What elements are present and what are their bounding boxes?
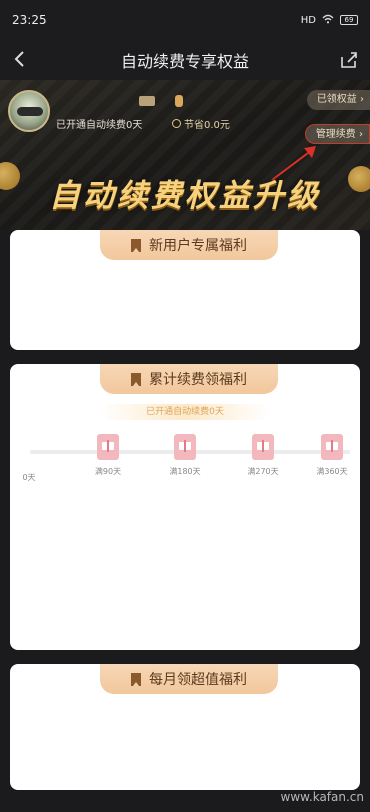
nav-bar: 自动续费专享权益 — [0, 40, 370, 80]
card-title: 新用户专属福利 — [149, 238, 247, 254]
card-title: 每月领超值福利 — [149, 672, 247, 688]
milestone-270[interactable]: 满270天 — [243, 434, 283, 477]
gift-icon — [174, 434, 196, 460]
milestone-360[interactable]: 满360天 — [312, 434, 352, 477]
share-icon — [341, 52, 357, 68]
bookmark-icon — [131, 672, 141, 686]
auto-renew-badge — [175, 95, 183, 107]
saved-amount-text: 节省0.0元 — [184, 120, 230, 131]
avatar[interactable] — [8, 90, 50, 132]
coin-icon — [172, 119, 181, 128]
renew-days-text: 已开通自动续费0天 — [56, 120, 143, 131]
gift-icon — [97, 434, 119, 460]
gift-icon — [321, 434, 343, 460]
milestone-label: 满90天 — [94, 467, 122, 476]
milestone-180[interactable]: 满180天 — [165, 434, 205, 477]
milestone-label: 满180天 — [169, 467, 201, 476]
wifi-icon — [322, 14, 334, 27]
renew-days-banner: 已开通自动续费0天 — [100, 404, 270, 420]
received-benefits-button[interactable]: 已领权益 › — [306, 90, 370, 110]
bookmark-icon — [131, 238, 141, 252]
back-button[interactable] — [10, 48, 34, 72]
status-time: 23:25 — [12, 13, 47, 27]
milestone-label: 满360天 — [316, 467, 348, 476]
new-user-benefits-card: 新用户专属福利 — [10, 230, 360, 350]
card-header: 每月领超值福利 — [100, 664, 278, 694]
milestone-label: 0天 — [22, 473, 36, 482]
status-bar: 23:25 HD 69 — [0, 0, 370, 40]
bookmark-icon — [131, 372, 141, 386]
membership-header: 已开通自动续费0天 节省0.0元 已领权益 › 管理续费 › 自动续费权益升级 — [0, 80, 370, 230]
card-header: 新用户专属福利 — [100, 230, 278, 260]
card-header: 累计续费领福利 — [100, 364, 278, 394]
milestone-0: 0天 — [10, 434, 49, 483]
avatar-goggle — [17, 107, 43, 116]
share-button[interactable] — [338, 49, 360, 71]
milestone-90[interactable]: 满90天 — [88, 434, 128, 477]
gift-icon — [252, 434, 274, 460]
watermark: www.kafan.cn — [280, 790, 364, 804]
card-title: 累计续费领福利 — [149, 372, 247, 388]
page-title: 自动续费专享权益 — [120, 52, 249, 71]
monthly-benefits-card: 每月领超值福利 — [10, 664, 360, 790]
saved-amount: 节省0.0元 — [172, 116, 230, 131]
manage-renewal-button[interactable]: 管理续费 › — [304, 124, 370, 144]
cumulative-renewal-card: 累计续费领福利 已开通自动续费0天 0天 满90天 满180天 满270天 满3… — [10, 364, 360, 650]
vip-badge-icon — [139, 96, 155, 106]
battery-icon: 69 — [340, 15, 358, 25]
status-icons: HD 69 — [301, 14, 358, 27]
signal-icon: HD — [300, 14, 316, 26]
milestone-label: 满270天 — [247, 467, 279, 476]
banner-title: 自动续费权益升级 — [49, 178, 321, 214]
